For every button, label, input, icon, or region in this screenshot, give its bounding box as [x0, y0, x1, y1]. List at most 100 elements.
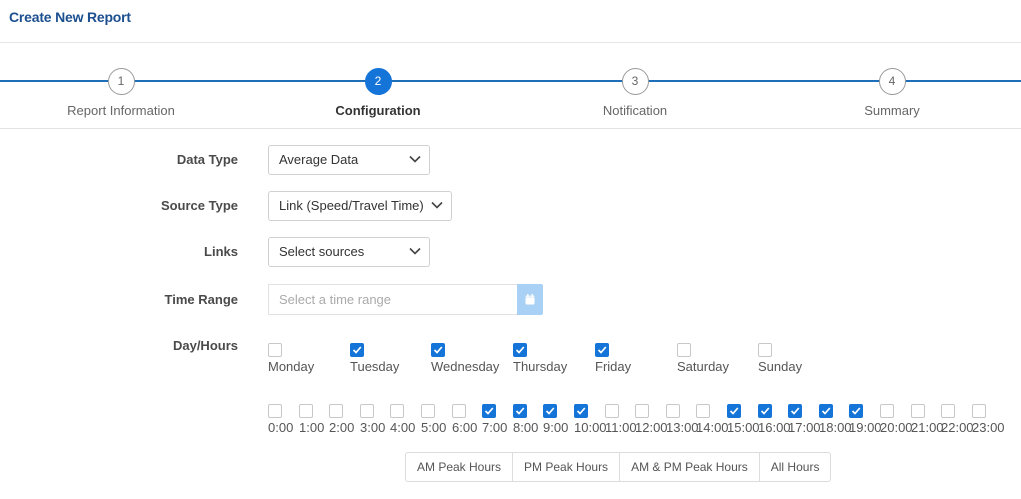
- hour-checkbox[interactable]: [819, 404, 833, 418]
- hour-checkbox[interactable]: [574, 404, 588, 418]
- hour-checkbox[interactable]: [727, 404, 741, 418]
- step-label: Notification: [602, 103, 668, 118]
- check-icon: [484, 407, 494, 415]
- chevron-down-icon: [409, 155, 421, 163]
- day-checkbox[interactable]: [431, 343, 445, 357]
- check-icon: [597, 346, 607, 354]
- hour-checkbox[interactable]: [421, 404, 435, 418]
- hour-checkbox[interactable]: [972, 404, 986, 418]
- hour-checkbox[interactable]: [543, 404, 557, 418]
- hour-checkbox[interactable]: [911, 404, 925, 418]
- wizard-stepper: 1 Report Information 2 Configuration 3 N…: [0, 43, 1021, 129]
- hour-label: 8:00: [513, 420, 539, 435]
- step-notification[interactable]: 3 Notification: [535, 68, 735, 118]
- day-label: Sunday: [758, 359, 803, 374]
- links-value: Select sources: [279, 244, 365, 259]
- hour-label: 10:00: [574, 420, 607, 435]
- hour-label: 6:00: [452, 420, 478, 435]
- data-type-select[interactable]: Average Data: [268, 145, 430, 175]
- hour-checkbox[interactable]: [390, 404, 404, 418]
- source-type-select[interactable]: Link (Speed/Travel Time): [268, 191, 452, 221]
- hour-checkbox[interactable]: [635, 404, 649, 418]
- data-type-label: Data Type: [176, 152, 238, 167]
- links-select[interactable]: Select sources: [268, 237, 430, 267]
- hour-label: 11:00: [605, 420, 637, 435]
- hour-checkbox[interactable]: [758, 404, 772, 418]
- hour-label: 22:00: [941, 420, 974, 435]
- hour-label: 1:00: [299, 420, 325, 435]
- day-checkbox[interactable]: [677, 343, 691, 357]
- hour-checkbox[interactable]: [482, 404, 496, 418]
- hour-checkbox[interactable]: [268, 404, 282, 418]
- data-type-value: Average Data: [279, 152, 359, 167]
- check-icon: [760, 407, 770, 415]
- hour-checkbox[interactable]: [941, 404, 955, 418]
- hour-label: 16:00: [758, 420, 791, 435]
- step-label: Summary: [864, 103, 920, 118]
- check-icon: [821, 407, 831, 415]
- am-peak-hours-button[interactable]: AM Peak Hours: [406, 453, 514, 481]
- step-configuration[interactable]: 2 Configuration: [278, 68, 478, 118]
- time-range-input[interactable]: Select a time range: [268, 284, 517, 315]
- hour-label: 12:00: [635, 420, 668, 435]
- check-icon: [433, 346, 443, 354]
- hour-label: 4:00: [390, 420, 416, 435]
- calendar-button[interactable]: [517, 284, 543, 315]
- day-checkbox[interactable]: [513, 343, 527, 357]
- hour-label: 17:00: [788, 420, 821, 435]
- step-summary[interactable]: 4 Summary: [792, 68, 992, 118]
- page-title: Create New Report: [9, 9, 131, 25]
- hour-label: 15:00: [727, 420, 760, 435]
- hour-label: 20:00: [880, 420, 913, 435]
- source-type-label: Source Type: [160, 198, 238, 213]
- hour-label: 21:00: [911, 420, 944, 435]
- day-checkbox[interactable]: [595, 343, 609, 357]
- check-icon: [545, 407, 555, 415]
- all-hours-button[interactable]: All Hours: [760, 453, 831, 481]
- hour-checkbox[interactable]: [605, 404, 619, 418]
- hour-checkbox[interactable]: [452, 404, 466, 418]
- check-icon: [515, 346, 525, 354]
- hour-checkbox[interactable]: [788, 404, 802, 418]
- check-icon: [515, 407, 525, 415]
- links-label: Links: [204, 244, 238, 259]
- day-label: Friday: [595, 359, 632, 374]
- page-header: Create New Report: [0, 0, 1021, 43]
- source-type-value: Link (Speed/Travel Time): [279, 198, 424, 213]
- hour-checkbox[interactable]: [360, 404, 374, 418]
- hour-label: 23:00: [972, 420, 1005, 435]
- hour-checkbox[interactable]: [849, 404, 863, 418]
- day-label: Thursday: [513, 359, 568, 374]
- step-number-circle: 1: [107, 68, 135, 95]
- step-number-circle: 4: [878, 68, 906, 95]
- step-number-circle: 2: [364, 68, 392, 95]
- step-number-circle: 3: [621, 68, 649, 95]
- day-label: Tuesday: [350, 359, 400, 374]
- hour-label: 14:00: [696, 420, 729, 435]
- hour-checkbox[interactable]: [666, 404, 680, 418]
- am-pm-peak-hours-button[interactable]: AM & PM Peak Hours: [620, 453, 760, 481]
- chevron-down-icon: [409, 247, 421, 255]
- hour-label: 3:00: [360, 420, 386, 435]
- hour-checkbox[interactable]: [513, 404, 527, 418]
- hour-label: 18:00: [819, 420, 852, 435]
- hour-checkbox[interactable]: [299, 404, 313, 418]
- hour-checkbox[interactable]: [696, 404, 710, 418]
- step-report-information[interactable]: 1 Report Information: [21, 68, 221, 118]
- hour-label: 13:00: [666, 420, 699, 435]
- day-checkbox[interactable]: [268, 343, 282, 357]
- calendar-icon: [525, 294, 535, 305]
- day-label: Saturday: [677, 359, 730, 374]
- day-checkbox[interactable]: [758, 343, 772, 357]
- pm-peak-hours-button[interactable]: PM Peak Hours: [513, 453, 621, 481]
- hour-checkbox[interactable]: [329, 404, 343, 418]
- check-icon: [851, 407, 861, 415]
- hour-checkbox[interactable]: [880, 404, 894, 418]
- hour-label: 0:00: [268, 420, 294, 435]
- day-checkbox[interactable]: [350, 343, 364, 357]
- day-label: Monday: [268, 359, 315, 374]
- hour-label: 19:00: [849, 420, 882, 435]
- time-range-label: Time Range: [164, 292, 238, 307]
- check-icon: [576, 407, 586, 415]
- check-icon: [729, 407, 739, 415]
